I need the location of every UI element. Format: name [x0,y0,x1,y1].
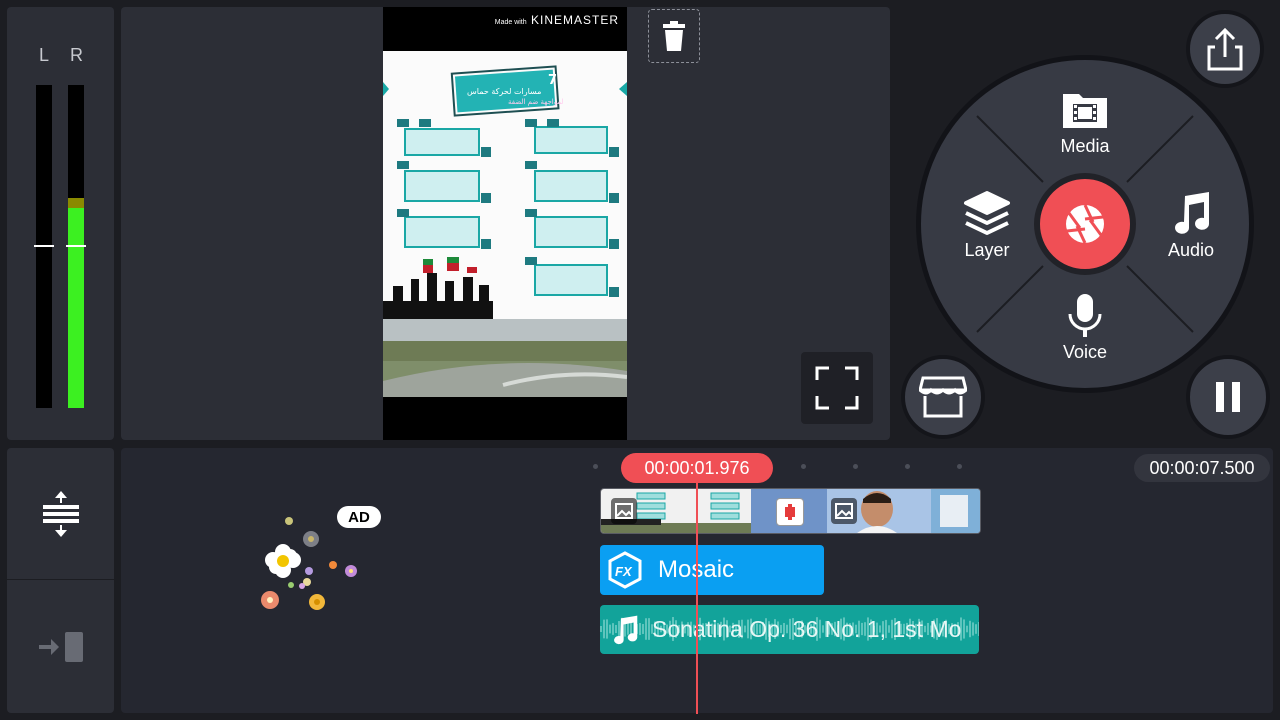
media-label: Media [1060,136,1110,156]
voice-button[interactable]: Voice [1045,292,1125,363]
layer-label: Layer [964,240,1010,260]
fx-icon: FX [608,551,642,589]
pause-button[interactable] [1186,355,1270,439]
expand-vertical-icon [42,490,79,537]
svg-text:FX: FX [615,564,633,579]
layers-icon [964,191,1010,235]
meter-left-mark [34,245,54,247]
media-button[interactable]: Media [1045,90,1125,157]
meter-right-mark [66,245,86,247]
layer-button[interactable]: Layer [947,190,1027,261]
playhead-time: 00:00:01.976 [621,453,773,483]
timeline-marker [801,464,806,469]
record-button[interactable] [1034,173,1136,275]
meter-right-fill [68,207,84,408]
store-button[interactable] [901,355,985,439]
microphone-icon [1068,294,1102,337]
delete-button[interactable] [648,9,700,63]
timeline-marker [957,464,962,469]
video-clip[interactable] [600,488,981,534]
meter-right-peak [68,198,84,208]
poster-subheading: لمواجهة ضم الضفة [508,98,564,106]
preview-panel: Made with KINEMASTER 7 مسارات لحركة حماس… [121,7,890,440]
main-menu-wheel: Media Layer Audio Voice [916,55,1254,393]
audio-button[interactable]: Audio [1151,190,1231,261]
image-clip-icon [831,498,857,524]
timeline-marker [853,464,858,469]
timeline-marker [905,464,910,469]
pause-icon [1216,382,1240,412]
poster-number: 7 [548,73,557,88]
arrow-into-clip-icon [38,631,83,662]
music-note-icon [1175,192,1209,234]
camera-shutter-icon [1066,204,1104,244]
transition-icon[interactable] [776,498,804,526]
timeline-tools [7,448,114,713]
audio-label: Audio [1167,240,1215,260]
audio-track-label: Sonatina Op. 36 No. 1, 1st Mo [652,616,962,642]
effect-clip[interactable]: FX Mosaic [600,545,824,595]
meter-right-bar [66,85,86,408]
trash-icon [663,21,685,51]
fullscreen-icon [815,366,859,410]
store-icon [919,376,967,418]
audio-meter: L R [7,7,114,440]
audio-clip[interactable]: Sonatina Op. 36 No. 1, 1st Mo [600,605,979,654]
expand-tracks-button[interactable] [7,448,114,580]
meter-left-bar [34,85,54,408]
image-clip-icon [611,498,637,524]
poster-image: 7 مسارات لحركة حماس لمواجهة ضم الضفة [383,51,627,397]
meter-left-label: L [39,45,50,65]
playhead-line[interactable] [696,482,698,714]
voice-label: Voice [1062,342,1108,362]
video-canvas[interactable]: Made with KINEMASTER 7 مسارات لحركة حماس… [383,7,627,440]
timeline-marker [593,464,598,469]
meter-right-label: R [70,45,83,65]
total-duration: 00:00:07.500 [1134,454,1270,482]
ad-badge: AD [337,506,381,528]
poster-heading: مسارات لحركة حماس [467,87,541,96]
film-folder-icon [1063,94,1107,128]
watermark: Made with KINEMASTER [494,13,619,27]
clip-in-button[interactable] [7,580,114,713]
fullscreen-button[interactable] [801,352,873,424]
music-note-icon [614,615,638,644]
